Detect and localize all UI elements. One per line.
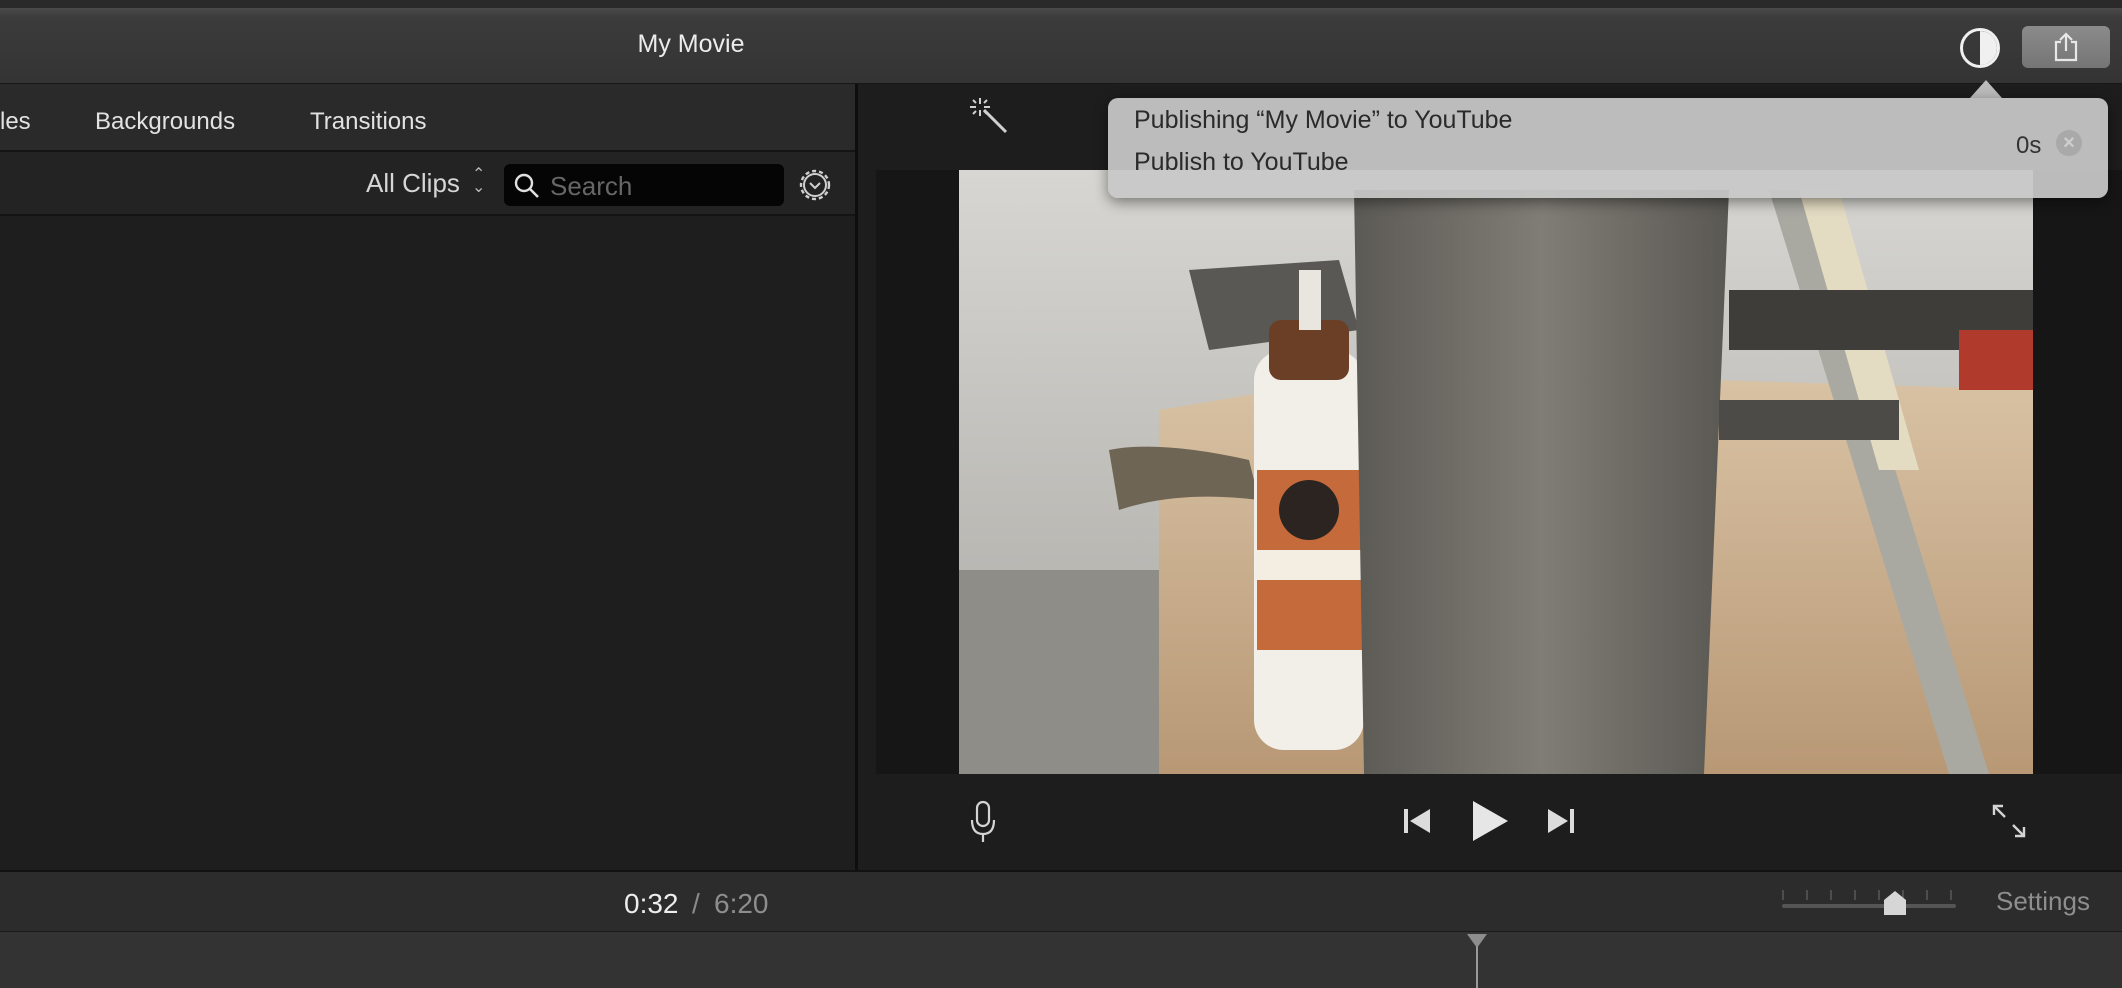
- video-preview[interactable]: [959, 170, 2033, 774]
- notification-elapsed: 0s: [2016, 132, 2042, 159]
- timeline-toolbar: [0, 870, 2122, 932]
- tab-backgrounds[interactable]: Backgrounds: [95, 108, 235, 136]
- search-field[interactable]: [504, 164, 784, 208]
- cancel-publish-icon[interactable]: ×: [2056, 130, 2082, 156]
- clip-filter-select[interactable]: All Clips: [366, 168, 460, 199]
- share-icon: [2054, 32, 2078, 62]
- skip-back-icon[interactable]: [1402, 808, 1432, 834]
- share-button[interactable]: [2022, 26, 2110, 68]
- popover-arrow: [1970, 80, 2002, 98]
- tab-titles[interactable]: les: [0, 108, 31, 136]
- playhead[interactable]: [1466, 934, 1488, 988]
- theme-toggle-icon[interactable]: [1960, 28, 2000, 68]
- timeline-zoom-slider[interactable]: [1782, 890, 1956, 908]
- total-duration: 6:20: [714, 888, 769, 919]
- clip-browser-area[interactable]: [0, 216, 856, 870]
- magic-wand-icon[interactable]: [970, 96, 1010, 136]
- search-input[interactable]: [548, 164, 782, 208]
- current-time: 0:32: [624, 888, 679, 919]
- fullscreen-icon[interactable]: [1990, 802, 2028, 840]
- timeline-area[interactable]: [0, 932, 2122, 988]
- gear-icon[interactable]: [796, 166, 834, 204]
- notification-subtitle: Publish to YouTube: [1134, 148, 1349, 176]
- search-icon: [514, 173, 539, 198]
- notification-title: Publishing “My Movie” to YouTube: [1134, 106, 1513, 134]
- play-icon[interactable]: [1470, 800, 1510, 842]
- microphone-icon[interactable]: [970, 800, 996, 844]
- chevron-updown-icon[interactable]: ⌃ ⌄: [472, 167, 485, 196]
- window-title: My Movie: [637, 30, 745, 58]
- timeline-settings-button[interactable]: Settings: [1996, 886, 2090, 917]
- skip-forward-icon[interactable]: [1546, 808, 1576, 834]
- tab-transitions[interactable]: Transitions: [310, 108, 426, 136]
- video-frame-image: [959, 170, 2033, 774]
- zoom-slider-thumb[interactable]: [1882, 890, 1908, 916]
- time-separator: /: [692, 888, 700, 919]
